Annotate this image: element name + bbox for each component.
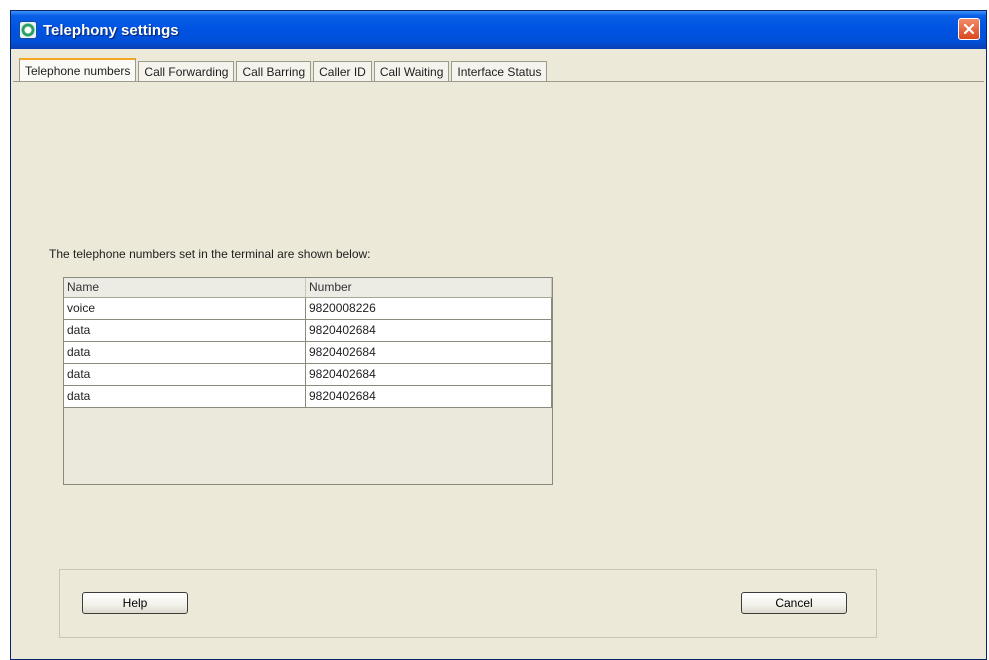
close-button[interactable]: [958, 18, 980, 40]
numbers-table: Name Number voice 9820008226 data 982040…: [63, 277, 553, 485]
help-button[interactable]: Help: [82, 592, 188, 614]
tab-interface-status[interactable]: Interface Status: [451, 61, 548, 81]
cell-name: voice: [64, 298, 306, 319]
table-row[interactable]: data 9820402684: [64, 342, 552, 364]
table-row[interactable]: data 9820402684: [64, 386, 552, 408]
column-header-number[interactable]: Number: [306, 278, 552, 297]
table-row[interactable]: data 9820402684: [64, 364, 552, 386]
telephone-numbers-panel: The telephone numbers set in the termina…: [13, 81, 984, 656]
tab-caller-id[interactable]: Caller ID: [313, 61, 372, 81]
cell-name: data: [64, 342, 306, 363]
table-header: Name Number: [64, 278, 552, 298]
telephony-settings-window: Telephony settings Telephone numbers Cal…: [10, 10, 987, 660]
table-row[interactable]: data 9820402684: [64, 320, 552, 342]
cell-number: 9820008226: [306, 298, 552, 319]
cell-name: data: [64, 364, 306, 385]
button-panel: Help Cancel: [59, 569, 877, 638]
tab-telephone-numbers[interactable]: Telephone numbers: [19, 58, 137, 81]
cell-number: 9820402684: [306, 320, 552, 341]
table-row[interactable]: voice 9820008226: [64, 298, 552, 320]
cell-number: 9820402684: [306, 386, 552, 407]
close-icon: [963, 23, 975, 35]
window-title: Telephony settings: [43, 21, 179, 39]
intro-text: The telephone numbers set in the termina…: [49, 247, 371, 261]
app-icon: [19, 21, 37, 39]
cell-name: data: [64, 320, 306, 341]
tab-strip: Telephone numbers Call Forwarding Call B…: [11, 58, 549, 81]
cancel-button[interactable]: Cancel: [741, 592, 847, 614]
tab-call-barring[interactable]: Call Barring: [236, 61, 312, 81]
title-bar[interactable]: Telephony settings: [11, 11, 986, 49]
tab-call-forwarding[interactable]: Call Forwarding: [138, 61, 235, 81]
cell-number: 9820402684: [306, 364, 552, 385]
tab-call-waiting[interactable]: Call Waiting: [373, 61, 450, 81]
cell-number: 9820402684: [306, 342, 552, 363]
cell-name: data: [64, 386, 306, 407]
column-header-name[interactable]: Name: [64, 278, 306, 297]
